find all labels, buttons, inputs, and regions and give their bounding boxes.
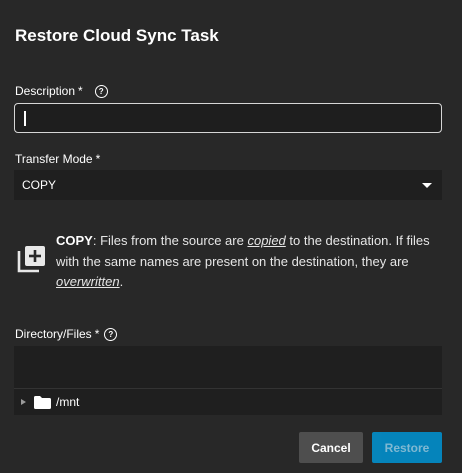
library-add-icon (17, 246, 45, 273)
mode-text-part: . (119, 274, 124, 289)
transfer-mode-select[interactable]: COPY (14, 170, 442, 200)
description-label: Description * ? (15, 84, 108, 98)
directory-files-label: Directory/Files * ? (15, 327, 118, 341)
description-label-text: Description (15, 84, 76, 98)
tree-node-mnt[interactable]: /mnt (14, 388, 442, 415)
restore-button[interactable]: Restore (372, 432, 442, 463)
mode-name: COPY (56, 233, 93, 248)
transfer-mode-label: Transfer Mode * (15, 152, 100, 166)
transfer-mode-description: COPY: Files from the source are copied t… (56, 231, 448, 293)
restore-cloud-sync-dialog: Restore Cloud Sync Task Description * ? … (0, 0, 462, 473)
folder-icon (34, 395, 51, 409)
dialog-title: Restore Cloud Sync Task (15, 26, 219, 45)
text-cursor (24, 111, 26, 126)
cancel-button[interactable]: Cancel (299, 432, 363, 463)
transfer-mode-label-text: Transfer Mode (15, 152, 93, 166)
tree-node-label: /mnt (56, 395, 80, 409)
help-icon[interactable]: ? (94, 84, 108, 98)
required-mark: * (95, 152, 101, 166)
expand-caret-icon[interactable] (21, 399, 26, 405)
mode-emphasis: copied (247, 233, 286, 248)
required-mark: * (78, 84, 83, 98)
help-icon[interactable]: ? (104, 327, 118, 341)
directory-label-text: Directory/Files (15, 327, 92, 341)
description-input[interactable] (14, 103, 442, 133)
directory-tree: /mnt (14, 346, 442, 415)
transfer-mode-selected-value: COPY (22, 178, 57, 192)
mode-emphasis: overwritten (56, 274, 120, 289)
dropdown-arrow-icon (422, 182, 432, 188)
required-mark: * (94, 327, 100, 341)
mode-text-part: : Files from the source are (92, 233, 248, 248)
